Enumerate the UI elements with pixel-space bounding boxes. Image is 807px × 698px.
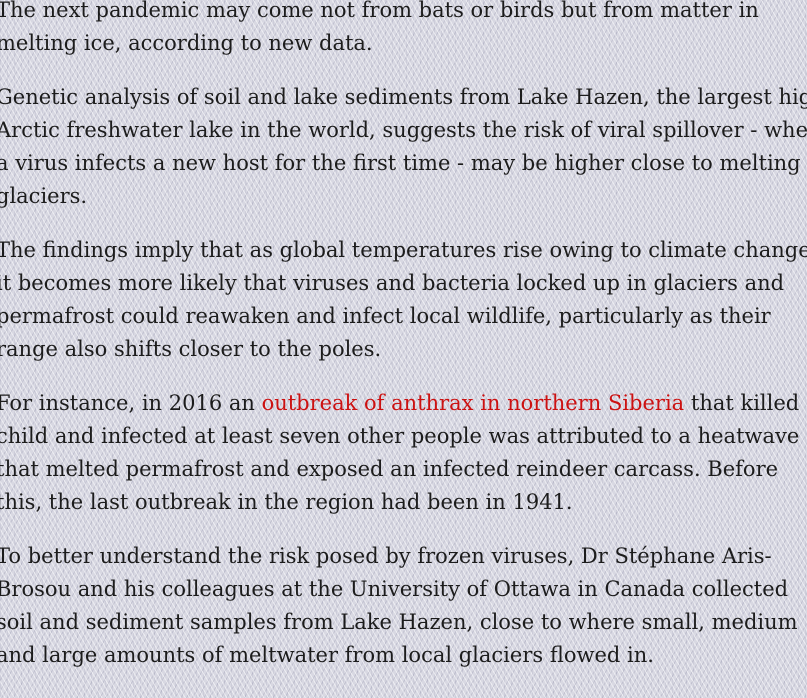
text-line: a virus infects a new host for the first… bbox=[0, 151, 801, 175]
text-line: The findings imply that as global temper… bbox=[0, 238, 807, 262]
text-line: melting ice, according to new data. bbox=[0, 31, 373, 55]
text-line: To better understand the risk posed by f… bbox=[0, 544, 772, 568]
text-line: The next pandemic may come not from bats… bbox=[0, 0, 759, 22]
text-line: soil and sediment samples from Lake Haze… bbox=[0, 610, 798, 634]
paragraph-5: To better understand the risk posed by f… bbox=[0, 540, 807, 672]
text-line: child and infected at least seven other … bbox=[0, 424, 800, 448]
article-body: The next pandemic may come not from bats… bbox=[0, 0, 807, 693]
text-line: Genetic analysis of soil and lake sedime… bbox=[0, 85, 807, 109]
page: { "article": { "paragraphs": [ { "lines"… bbox=[0, 0, 807, 698]
paragraph-4: For instance, in 2016 an outbreak of ant… bbox=[0, 387, 807, 519]
text-line: Arctic freshwater lake in the world, sug… bbox=[0, 118, 807, 142]
text-line: Brosou and his colleagues at the Univers… bbox=[0, 577, 789, 601]
text-line: it becomes more likely that viruses and … bbox=[0, 271, 785, 295]
paragraph-3: The findings imply that as global temper… bbox=[0, 234, 807, 366]
text-line: range also shifts closer to the poles. bbox=[0, 337, 382, 361]
text-segment: that killed a bbox=[684, 391, 807, 415]
text-line: For instance, in 2016 an outbreak of ant… bbox=[0, 387, 807, 420]
text-segment: For instance, in 2016 an bbox=[0, 391, 262, 415]
paragraph-2: Genetic analysis of soil and lake sedime… bbox=[0, 81, 807, 213]
anthrax-outbreak-link[interactable]: outbreak of anthrax in northern Siberia bbox=[262, 391, 685, 415]
paragraph-1: The next pandemic may come not from bats… bbox=[0, 0, 807, 60]
text-line: and large amounts of meltwater from loca… bbox=[0, 643, 654, 667]
text-line: permafrost could reawaken and infect loc… bbox=[0, 304, 771, 328]
text-line: glaciers. bbox=[0, 184, 88, 208]
text-line: that melted permafrost and exposed an in… bbox=[0, 457, 779, 481]
text-line: this, the last outbreak in the region ha… bbox=[0, 490, 573, 514]
